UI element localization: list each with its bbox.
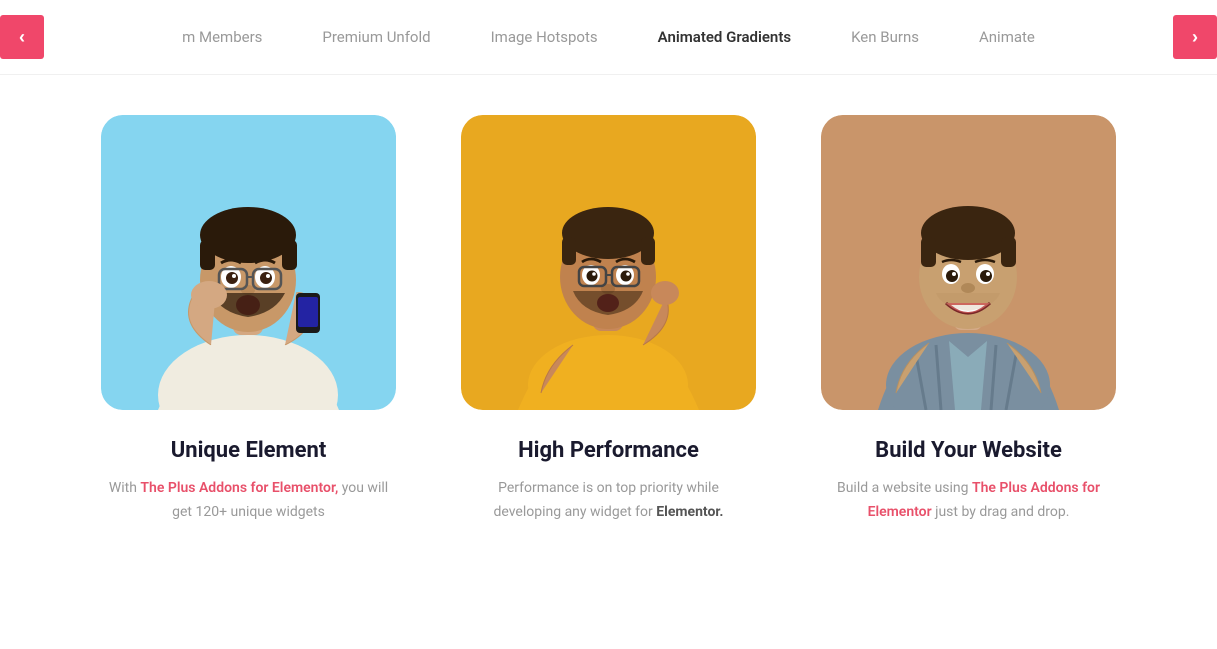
card-image-2 [461, 115, 756, 410]
card-desc-highlight-3: The Plus Addons for Elementor [868, 480, 1100, 520]
nav-item-image-hotspots[interactable]: Image Hotspots [491, 20, 598, 54]
card-high-performance: High Performance Performance is on top p… [449, 115, 769, 525]
nav-next-button[interactable]: › [1173, 15, 1217, 59]
card-desc-1: With The Plus Addons for Elementor, you … [109, 477, 389, 525]
card-build-website: Build Your Website Build a website using… [809, 115, 1129, 525]
nav-item-animate[interactable]: Animate [979, 20, 1035, 54]
card-image-wrapper-1 [101, 115, 396, 410]
card-title-2: High Performance [518, 438, 699, 463]
nav-item-team-members[interactable]: m Members [182, 20, 262, 54]
nav-bar: ‹ m Members Premium Unfold Image Hotspot… [0, 0, 1217, 75]
card-unique-element: Unique Element With The Plus Addons for … [89, 115, 409, 525]
card-desc-bold-2: Elementor. [656, 504, 723, 520]
card-title-1: Unique Element [171, 438, 327, 463]
card-title-3: Build Your Website [875, 438, 1062, 463]
card-image-wrapper-2 [461, 115, 756, 410]
nav-item-ken-burns[interactable]: Ken Burns [851, 20, 919, 54]
card-desc-highlight-1: The Plus Addons for Elementor, [140, 480, 338, 496]
card-desc-2: Performance is on top priority while dev… [469, 477, 749, 525]
card-image-1 [101, 115, 396, 410]
nav-item-premium-unfold[interactable]: Premium Unfold [322, 20, 430, 54]
cards-section: Unique Element With The Plus Addons for … [0, 115, 1217, 525]
nav-prev-button[interactable]: ‹ [0, 15, 44, 59]
card-image-wrapper-3 [821, 115, 1116, 410]
card-desc-3: Build a website using The Plus Addons fo… [829, 477, 1109, 525]
card-image-3 [821, 115, 1116, 410]
nav-item-animated-gradients[interactable]: Animated Gradients [658, 20, 791, 54]
nav-items: m Members Premium Unfold Image Hotspots … [182, 20, 1035, 54]
